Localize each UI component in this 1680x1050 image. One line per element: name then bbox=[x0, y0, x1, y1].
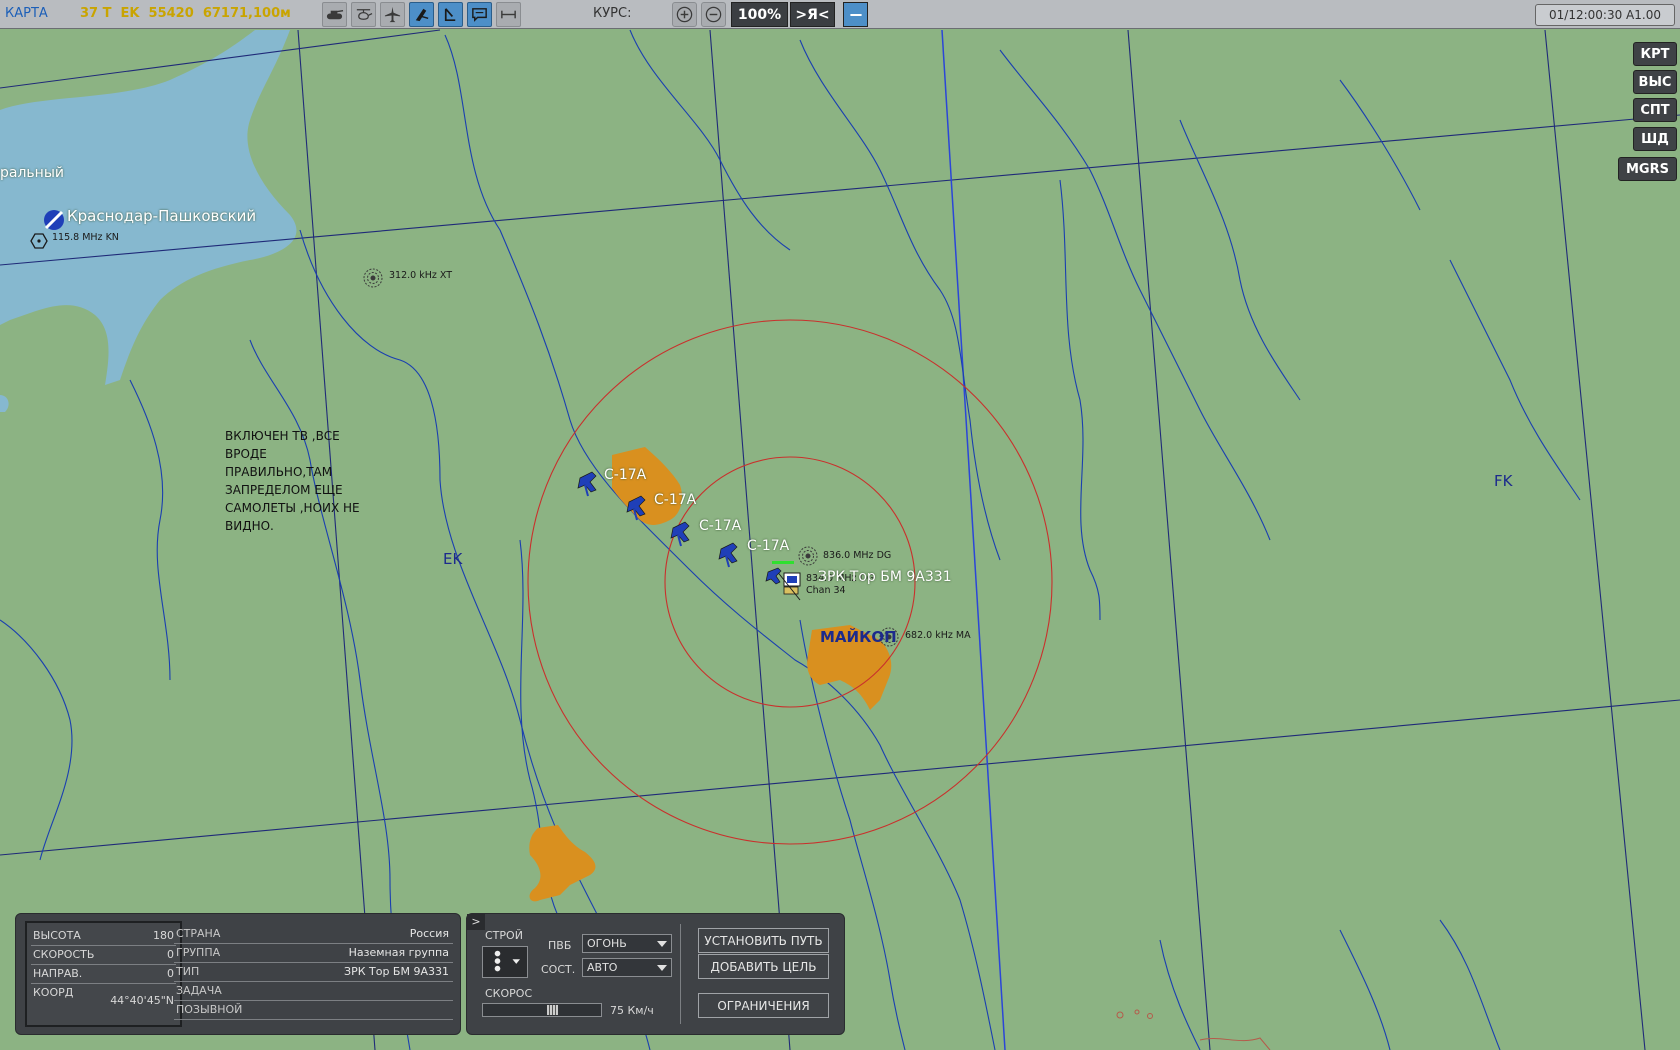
side-button-mgrs[interactable]: MGRS bbox=[1618, 157, 1677, 181]
aircraft-label-1[interactable]: С-17А bbox=[604, 467, 646, 483]
helicopter-icon bbox=[356, 9, 373, 20]
add-target-button[interactable]: ДОБАВИТЬ ЦЕЛЬ bbox=[698, 954, 829, 979]
chevron-down-icon bbox=[657, 941, 667, 947]
city-label-maykop: МАЙКОП bbox=[820, 628, 897, 646]
speed-slider[interactable] bbox=[482, 1003, 602, 1017]
altitude-label: ВЫСОТА bbox=[33, 929, 81, 942]
task-label: ЗАДАЧА bbox=[176, 984, 222, 997]
restrictions-button[interactable]: ОГРАНИЧЕНИЯ bbox=[698, 993, 829, 1018]
course-label: КУРС: bbox=[593, 6, 632, 21]
map-label-partial: ральный bbox=[0, 165, 64, 181]
top-toolbar: КАРТА 37 T EK 55420 67171,100м КУРС: 100… bbox=[0, 0, 1680, 29]
speed-control-label: СКОРОС bbox=[485, 987, 533, 1000]
filter-airfields-button[interactable] bbox=[409, 2, 434, 27]
unit-details: СТРАНА Россия ГРУППА Наземная группа ТИП… bbox=[174, 921, 453, 1027]
note-line: ВИДНО. bbox=[225, 519, 274, 533]
type-label: ТИП bbox=[176, 965, 200, 978]
zoom-out-button[interactable] bbox=[701, 2, 726, 27]
filter-aircraft-button[interactable] bbox=[380, 2, 405, 27]
airfield-name[interactable]: Краснодар-Пашковский bbox=[67, 207, 256, 225]
group-label: ГРУППА bbox=[176, 946, 221, 959]
note-line: ПРАВИЛЬНО,ТАМ bbox=[225, 465, 333, 479]
note-line: ВРОДЕ bbox=[225, 447, 267, 461]
alarm-state-dropdown[interactable]: АВТО bbox=[582, 958, 672, 977]
filter-helicopters-button[interactable] bbox=[351, 2, 376, 27]
formation-selector[interactable] bbox=[482, 946, 528, 978]
side-button-satellite[interactable]: СПТ bbox=[1633, 98, 1677, 122]
alarm-state-value: АВТО bbox=[587, 961, 618, 974]
type-value[interactable]: ЗРК Тор БМ 9А331 bbox=[344, 965, 449, 978]
roe-label: ПВБ bbox=[548, 939, 572, 952]
airfield-frequency: 115.8 MHz KN bbox=[52, 232, 119, 243]
airfield-icon bbox=[415, 8, 429, 22]
filter-messages-button[interactable] bbox=[467, 2, 492, 27]
country-value: Россия bbox=[409, 927, 449, 940]
center-on-player-button[interactable]: >Я< bbox=[790, 2, 835, 27]
minus-icon bbox=[849, 13, 862, 16]
navaid-icon bbox=[444, 8, 456, 22]
ndb-label-dg: 836.0 MHz DG bbox=[823, 550, 892, 561]
airfield-icon bbox=[44, 210, 64, 230]
heading-label: НАПРАВ. bbox=[33, 967, 83, 980]
heading-value: 0 bbox=[167, 967, 174, 980]
cursor-coordinates: 37 T EK 55420 67171,100м bbox=[80, 6, 291, 21]
airplane-icon bbox=[384, 6, 401, 23]
unit-info-panel: ВЫСОТА 180 СКОРОСТЬ 0 НАПРАВ. 0 КООРД 44… bbox=[15, 913, 461, 1035]
side-button-latlong[interactable]: ШД bbox=[1633, 127, 1677, 151]
zoom-level[interactable]: 100% bbox=[731, 2, 788, 27]
roe-dropdown[interactable]: ОГОНЬ bbox=[582, 934, 672, 953]
ruler-icon bbox=[501, 10, 516, 19]
speed-label: СКОРОСТЬ bbox=[33, 948, 95, 961]
callsign-label: ПОЗЫВНОЙ bbox=[176, 1003, 243, 1016]
side-button-altitude[interactable]: ВЫС bbox=[1633, 70, 1677, 94]
chevron-down-icon bbox=[657, 965, 667, 971]
speed-slider-handle[interactable] bbox=[547, 1005, 558, 1015]
aircraft-label-3[interactable]: С-17А bbox=[699, 518, 741, 534]
side-button-map[interactable]: КРТ bbox=[1633, 42, 1677, 66]
roe-value: ОГОНЬ bbox=[587, 937, 627, 950]
filter-navaids-button[interactable] bbox=[438, 2, 463, 27]
note-line: ЗАПРЕДЕЛОМ ЕЩЕ bbox=[225, 483, 343, 497]
control-panel: > СТРОЙ ПВБ ОГОНЬ СОСТ. АВТО СКОРОС 75 К… bbox=[466, 913, 845, 1035]
note-line: ВКЛЮЧЕН ТВ ,ВСЕ bbox=[225, 429, 340, 443]
speed-control-value: 75 Км/ч bbox=[610, 1004, 654, 1017]
unit-label[interactable]: ЗРК Тор БМ 9А331 bbox=[818, 569, 952, 585]
country-label: СТРАНА bbox=[176, 927, 221, 940]
aircraft-label-2[interactable]: С-17А bbox=[654, 492, 696, 508]
map-note[interactable]: ВКЛЮЧЕН ТВ ,ВСЕ ВРОДЕ ПРАВИЛЬНО,ТАМ ЗАПР… bbox=[225, 427, 385, 535]
altitude-value: 180 bbox=[153, 929, 174, 942]
zoom-in-icon bbox=[676, 6, 693, 23]
group-value[interactable]: Наземная группа bbox=[349, 946, 449, 959]
ndb-label-xt: 312.0 kHz XT bbox=[389, 270, 453, 281]
coord-value: 44°40'45"N bbox=[110, 994, 174, 1007]
message-icon bbox=[472, 8, 487, 22]
speed-value: 0 bbox=[167, 948, 174, 961]
zoom-out-icon bbox=[705, 6, 722, 23]
coord-label: КООРД bbox=[33, 986, 74, 999]
grid-label-ek: EK bbox=[443, 550, 463, 568]
ruler-tool-button[interactable] bbox=[496, 2, 521, 27]
zoom-in-button[interactable] bbox=[672, 2, 697, 27]
tacan-label: Chan 34 bbox=[806, 585, 846, 596]
tank-icon bbox=[326, 9, 344, 20]
ndb-label-ma: 682.0 kHz MA bbox=[905, 630, 971, 641]
alarm-state-label: СОСТ. bbox=[541, 963, 576, 976]
collapse-button[interactable] bbox=[843, 2, 868, 27]
filter-ground-units-button[interactable] bbox=[322, 2, 347, 27]
aircraft-label-4[interactable]: С-17А bbox=[747, 538, 789, 554]
formation-label: СТРОЙ bbox=[485, 929, 523, 942]
grid-label-fk: FK bbox=[1494, 472, 1513, 490]
set-path-button[interactable]: УСТАНОВИТЬ ПУТЬ bbox=[698, 928, 829, 953]
mission-clock: 01/12:00:30 A1.00 bbox=[1535, 4, 1675, 26]
formation-column-icon bbox=[494, 950, 520, 972]
panel-toggle-button[interactable]: > bbox=[467, 914, 485, 930]
unit-stats-box: ВЫСОТА 180 СКОРОСТЬ 0 НАПРАВ. 0 КООРД 44… bbox=[25, 921, 182, 1027]
mode-label[interactable]: КАРТА bbox=[5, 6, 48, 22]
note-line: САМОЛЕТЫ ,НОИХ НЕ bbox=[225, 501, 360, 515]
